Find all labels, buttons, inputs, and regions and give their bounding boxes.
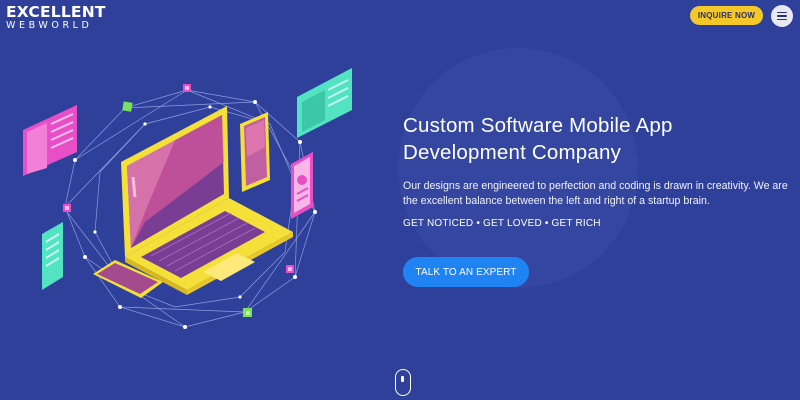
phone-illustration: [240, 112, 270, 192]
hamburger-line: [777, 18, 787, 21]
teal-ui-panel: [297, 68, 352, 138]
hero-title-line1: Custom Software Mobile App: [403, 114, 673, 137]
logo-line2: WEBWORLD: [6, 20, 93, 31]
pink-ui-panel: [23, 105, 77, 176]
hero-illustration: [23, 68, 352, 329]
mouse-scroll-icon[interactable]: [395, 369, 411, 396]
hero-section: Custom Software Mobile App Development C…: [403, 112, 793, 229]
pink-phone-card: [291, 152, 313, 219]
logo[interactable]: EXCELLENT WEBWORLD: [6, 3, 106, 31]
hero-title-line2: Development Company: [403, 141, 622, 164]
logo-line1: EXCELLENT: [6, 3, 106, 21]
hamburger-line: [777, 11, 787, 14]
hamburger-line: [777, 15, 787, 17]
hero-description: Our designs are engineered to perfection…: [403, 180, 788, 207]
teal-ui-card: [42, 222, 63, 290]
hero-tagline: GET NOTICED • GET LOVED • GET RICH: [403, 218, 601, 229]
scroll-wheel: [401, 376, 404, 382]
inquire-now-button[interactable]: INQUIRE NOW: [690, 6, 763, 25]
talk-to-expert-button[interactable]: TALK TO AN EXPERT: [403, 257, 529, 287]
hero-title: Custom Software Mobile App Development C…: [403, 112, 793, 166]
menu-button[interactable]: [771, 5, 793, 27]
